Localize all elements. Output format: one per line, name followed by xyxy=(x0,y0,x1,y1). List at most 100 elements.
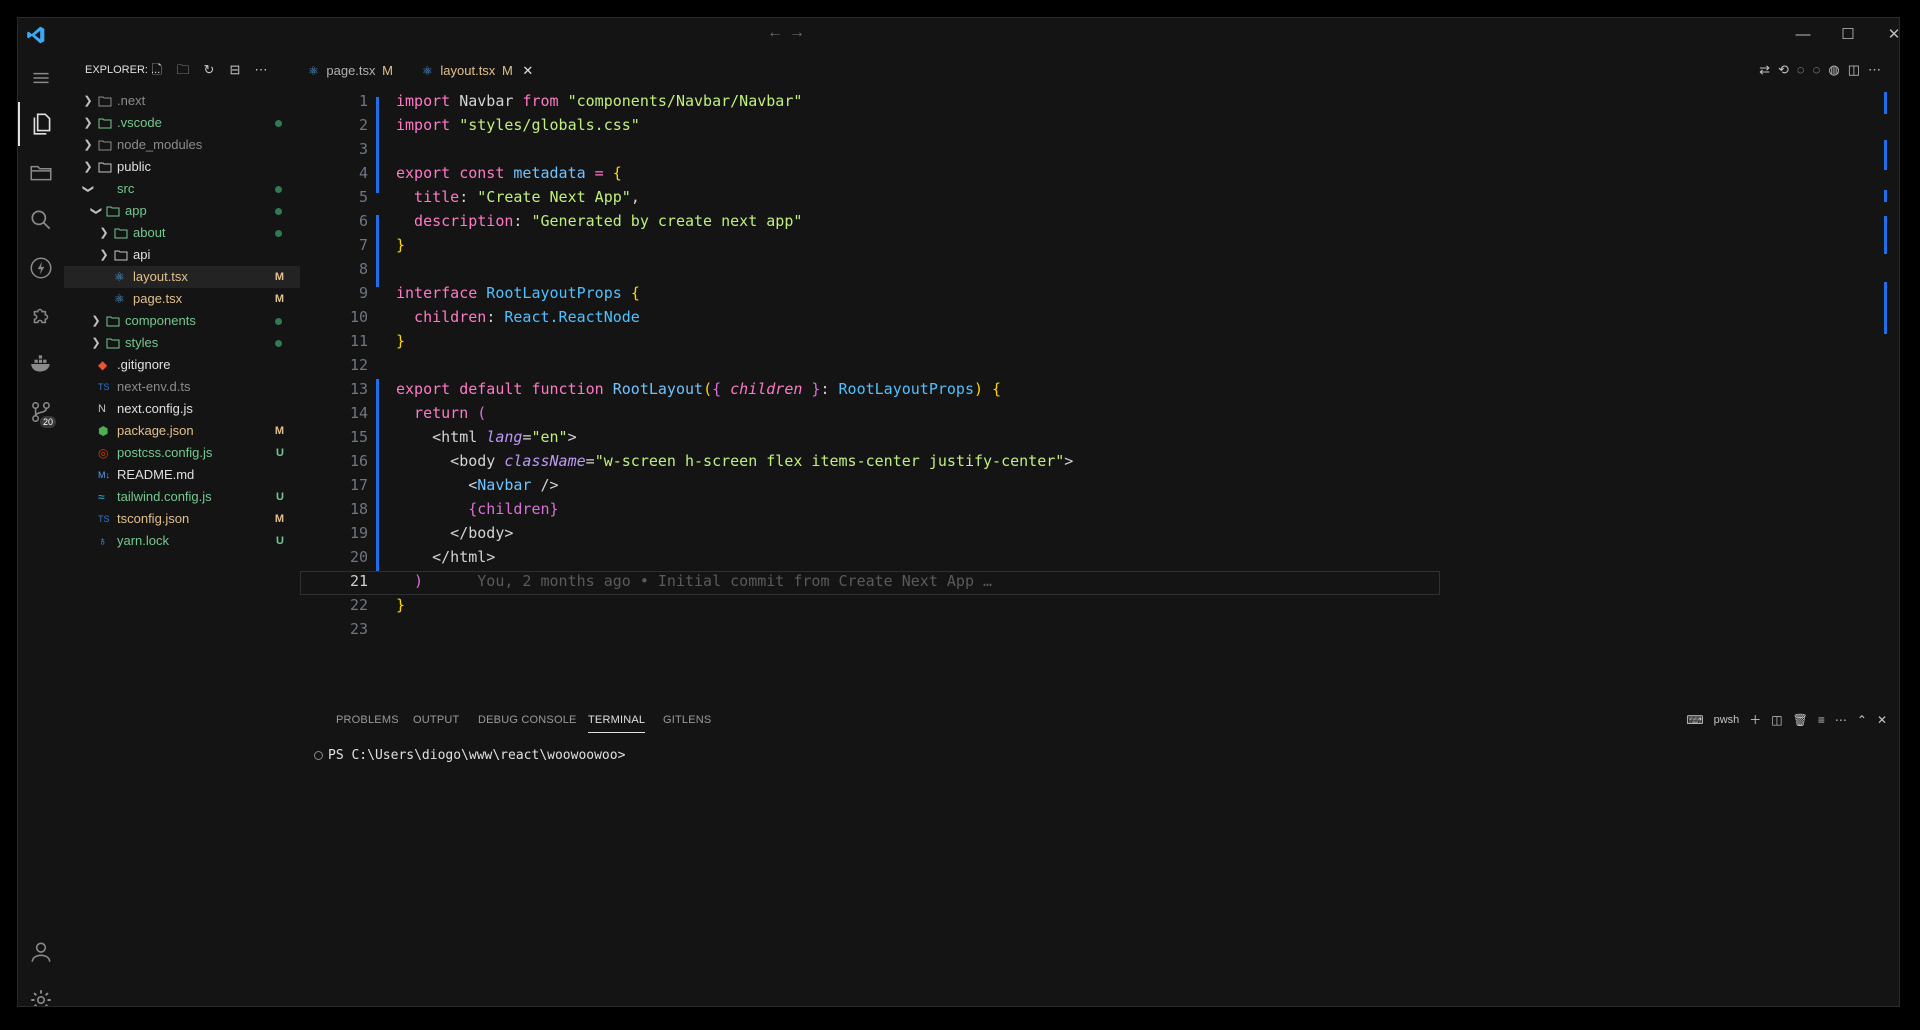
tree-item-postcss-config[interactable]: ◎ postcss.config.js U xyxy=(64,442,300,464)
gitlens-icon[interactable]: ◍ xyxy=(1828,62,1839,80)
tab-layout-tsx[interactable]: ⚛ layout.tsx M ✕ xyxy=(422,52,552,90)
folder-icon xyxy=(30,165,52,181)
tree-item-next-config[interactable]: N next.config.js xyxy=(64,398,300,420)
keyword: import xyxy=(396,92,451,110)
close-window-button[interactable]: ✕ xyxy=(1874,22,1899,48)
tree-item-node-modules[interactable]: ❯ node_modules xyxy=(64,134,300,156)
status-dot xyxy=(275,208,282,215)
close-panel-icon[interactable]: ✕ xyxy=(1877,713,1887,727)
tree-item-app[interactable]: ❯ app xyxy=(64,200,300,222)
bracket: ) xyxy=(396,572,424,590)
source-control-button[interactable]: 20 xyxy=(18,390,64,434)
code-editor[interactable]: 1 2 3 4 5 6 7 8 9 10 11 12 13 14 15 16 1… xyxy=(300,90,1899,680)
split-editor-icon[interactable]: ◫ xyxy=(1848,62,1860,80)
tree-item-tailwind-config[interactable]: ≈ tailwind.config.js U xyxy=(64,486,300,508)
maximize-panel-icon[interactable]: ⌃ xyxy=(1857,713,1867,727)
previous-change-icon[interactable]: ◌ xyxy=(1797,62,1805,80)
explorer-button[interactable] xyxy=(18,102,64,146)
tree-item-label: postcss.config.js xyxy=(117,445,213,460)
tree-item-styles[interactable]: ❯ styles xyxy=(64,332,300,354)
tab-problems[interactable]: PROBLEMS xyxy=(336,714,399,726)
nav-back-button[interactable]: ← xyxy=(767,24,783,42)
tree-item-components[interactable]: ❯ components xyxy=(64,310,300,332)
split-terminal-icon[interactable]: ◫ xyxy=(1771,713,1782,727)
keyword: function xyxy=(522,380,604,398)
line-number: 2 xyxy=(358,116,368,134)
code-line: <Navbar /> xyxy=(396,476,558,494)
next-change-icon[interactable]: ◌ xyxy=(1813,62,1821,80)
status-dot xyxy=(275,120,282,127)
code-line: export default function RootLayout({ chi… xyxy=(396,380,1001,398)
tree-item-gitignore[interactable]: ◆ .gitignore xyxy=(64,354,300,376)
search-button[interactable] xyxy=(18,198,64,242)
tab-gitlens[interactable]: GITLENS xyxy=(663,714,711,726)
extensions-button[interactable] xyxy=(18,294,64,338)
menu-button[interactable] xyxy=(18,56,64,100)
line-number: 3 xyxy=(358,140,368,158)
status-dot xyxy=(275,318,282,325)
folders-button[interactable] xyxy=(18,150,64,194)
keyword: interface xyxy=(396,284,478,302)
maximize-button[interactable]: ☐ xyxy=(1828,22,1868,48)
more-actions-icon[interactable]: ⋯ xyxy=(252,61,270,79)
revert-icon[interactable]: ⟲ xyxy=(1778,62,1789,80)
code-line: } xyxy=(396,596,405,614)
clear-icon[interactable]: ≡ xyxy=(1818,713,1825,727)
tab-terminal[interactable]: TERMINAL xyxy=(588,714,646,733)
source-control-badge: 20 xyxy=(39,416,56,428)
accounts-button[interactable] xyxy=(18,930,64,974)
line-number: 10 xyxy=(349,308,368,326)
react-icon: ⚛ xyxy=(114,292,125,306)
more-actions-icon[interactable]: ⋯ xyxy=(1868,62,1881,80)
punctuation: > xyxy=(1064,452,1074,470)
tree-item-next-env[interactable]: TS next-env.d.ts xyxy=(64,376,300,398)
tree-item-readme[interactable]: M↓ README.md xyxy=(64,464,300,486)
terminal[interactable]: PS C:\Users\diogo\www\react\woowoowoo> xyxy=(314,748,625,763)
vscode-logo-icon xyxy=(27,26,45,44)
tab-close-button[interactable]: ✕ xyxy=(522,63,533,78)
chevron-right-icon: ❯ xyxy=(83,95,93,107)
tree-item-src[interactable]: ❯ src xyxy=(64,178,300,200)
more-actions-icon[interactable]: ⋯ xyxy=(1835,713,1847,727)
prompt-indicator-icon xyxy=(314,751,323,760)
tree-item-public[interactable]: ❯ public xyxy=(64,156,300,178)
tree-item-about[interactable]: ❯ about xyxy=(64,222,300,244)
puzzle-icon xyxy=(33,308,49,324)
shell-selector[interactable]: pwsh xyxy=(1714,714,1740,726)
new-file-icon[interactable]: 🗋 xyxy=(148,61,166,79)
tree-item-page-tsx[interactable]: ⚛ page.tsx M xyxy=(64,288,300,310)
tab-output[interactable]: OUTPUT xyxy=(413,714,459,726)
tab-debug-console[interactable]: DEBUG CONSOLE xyxy=(478,714,577,726)
nav-forward-button[interactable]: → xyxy=(789,24,805,42)
tab-page-tsx[interactable]: ⚛ page.tsx M xyxy=(308,52,408,90)
status-dot xyxy=(275,230,282,237)
operator: = xyxy=(585,164,613,182)
tsconfig-icon: TS xyxy=(98,514,110,524)
docker-button[interactable] xyxy=(18,342,64,386)
code-line: children: React.ReactNode xyxy=(396,308,640,326)
tree-item-next[interactable]: ❯ .next xyxy=(64,90,300,112)
scrollbar-change-marker xyxy=(1884,190,1887,202)
minimize-button[interactable]: — xyxy=(1783,22,1823,48)
tree-item-layout-tsx[interactable]: ⚛ layout.tsx M xyxy=(64,266,300,288)
tree-item-package-json[interactable]: ⬢ package.json M xyxy=(64,420,300,442)
new-folder-icon[interactable]: 🗀 xyxy=(174,61,192,79)
collapse-all-icon[interactable]: ⊟ xyxy=(226,61,244,79)
tree-item-yarn-lock[interactable]: ♁ yarn.lock U xyxy=(64,530,300,552)
string: "Create Next App" xyxy=(477,188,631,206)
new-terminal-icon[interactable]: ＋ xyxy=(1749,711,1761,728)
run-button[interactable] xyxy=(18,246,64,290)
line-number: 4 xyxy=(358,164,368,182)
trash-icon[interactable]: 🗑 xyxy=(1793,713,1808,727)
line-number: 7 xyxy=(358,236,368,254)
line-number: 11 xyxy=(349,332,368,350)
refresh-icon[interactable]: ↻ xyxy=(200,61,218,79)
git-blame-annotation[interactable]: You, 2 months ago • Initial commit from … xyxy=(423,572,992,590)
tree-item-tsconfig[interactable]: TS tsconfig.json M xyxy=(64,508,300,530)
settings-button[interactable] xyxy=(18,978,64,1006)
property: children xyxy=(396,308,487,326)
tree-item-api[interactable]: ❯ api xyxy=(64,244,300,266)
compare-changes-icon[interactable]: ⇄ xyxy=(1759,62,1770,80)
attribute: className xyxy=(495,452,586,470)
tree-item-vscode[interactable]: ❯ .vscode xyxy=(64,112,300,134)
